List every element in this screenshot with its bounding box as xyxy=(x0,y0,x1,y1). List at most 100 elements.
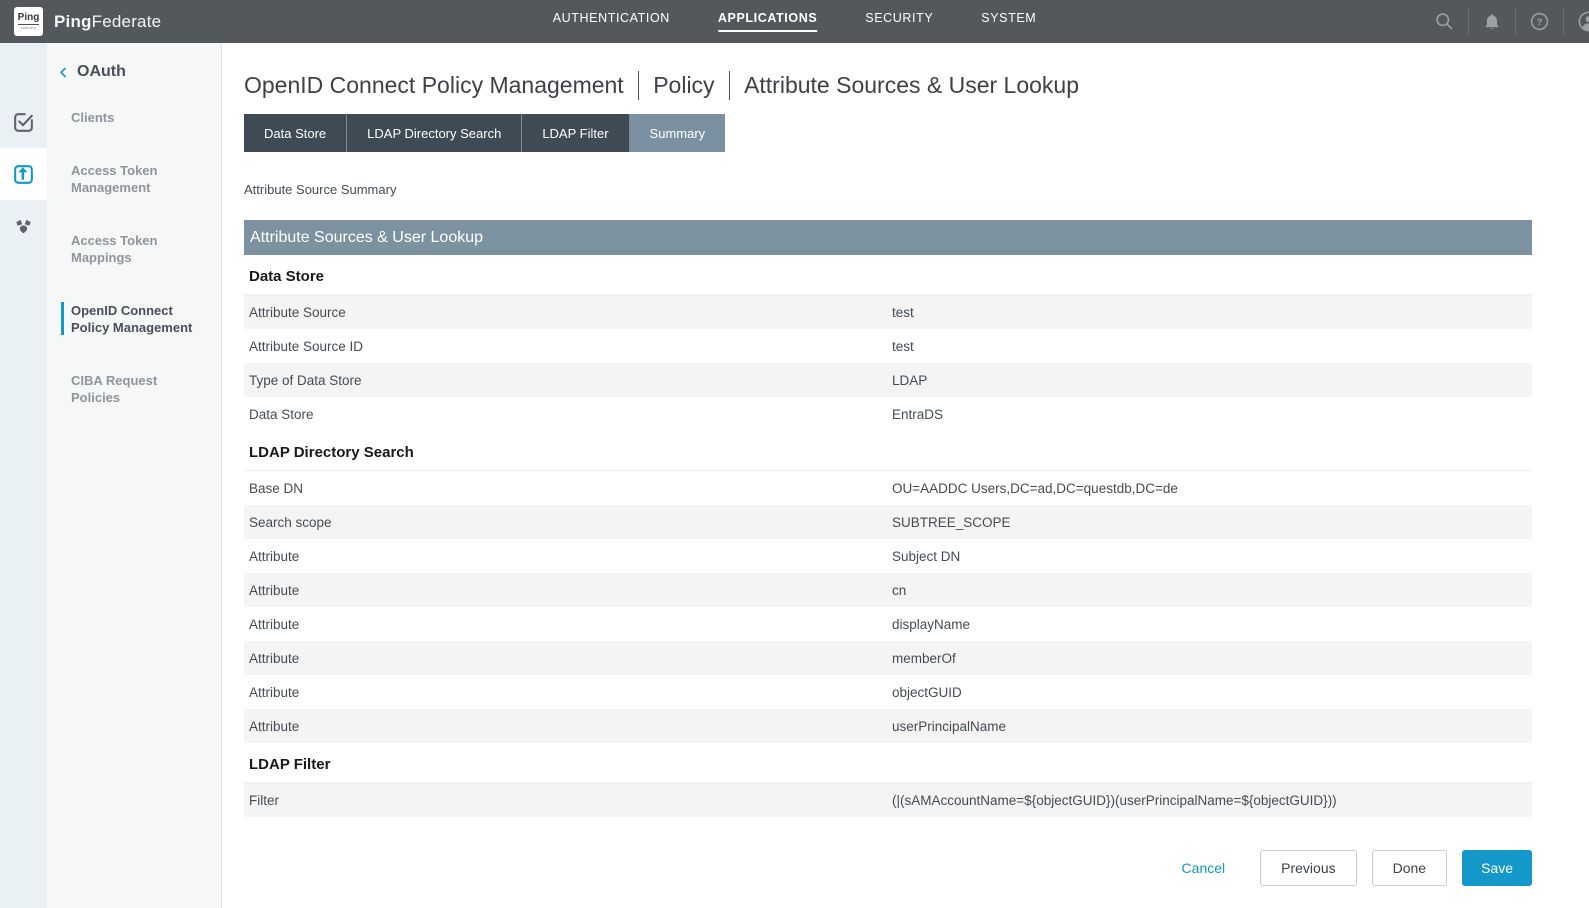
save-button[interactable]: Save xyxy=(1462,850,1532,886)
page-title: OpenID Connect Policy Management Policy … xyxy=(244,71,1532,100)
row-value: test xyxy=(892,305,1532,320)
row-value: cn xyxy=(892,583,1532,598)
row-value: EntraDS xyxy=(892,407,1532,422)
step-tabs: Data StoreLDAP Directory SearchLDAP Filt… xyxy=(244,114,1532,152)
table-body: Data StoreAttribute SourcetestAttribute … xyxy=(244,255,1532,817)
help-icon[interactable]: ? xyxy=(1529,11,1550,32)
sidebar-item-ciba-request-policies[interactable]: CIBA Request Policies xyxy=(47,372,221,406)
table-row: AttributeobjectGUID xyxy=(244,675,1532,709)
table-row: AttributememberOf xyxy=(244,641,1532,675)
breadcrumb-module: OpenID Connect Policy Management xyxy=(244,72,624,99)
product-name: PingFederate xyxy=(54,12,161,32)
nav-security[interactable]: SECURITY xyxy=(865,11,933,32)
table-row: Attribute Sourcetest xyxy=(244,295,1532,329)
tab-ldap-directory-search[interactable]: LDAP Directory Search xyxy=(347,114,522,152)
app-shell: OAuth Clients Access Token Management Acce… xyxy=(0,43,1589,908)
breadcrumb-divider xyxy=(729,71,731,100)
notifications-icon[interactable] xyxy=(1482,12,1502,32)
done-button[interactable]: Done xyxy=(1372,850,1447,886)
sidebar-item-openid-connect-policy-management[interactable]: OpenID Connect Policy Management xyxy=(47,302,221,336)
navbar-divider xyxy=(1563,8,1564,35)
table-row: AttributedisplayName xyxy=(244,607,1532,641)
row-value: (|(sAMAccountName=${objectGUID})(userPri… xyxy=(892,793,1532,808)
row-value: displayName xyxy=(892,617,1532,632)
ping-logo[interactable]: Ping Identity xyxy=(14,7,43,36)
top-navbar: Ping Identity PingFederate AUTHENTICATIO… xyxy=(0,0,1589,43)
table-row: Search scopeSUBTREE_SCOPE xyxy=(244,505,1532,539)
table-row: Base DNOU=AADDC Users,DC=ad,DC=questdb,D… xyxy=(244,471,1532,505)
row-label: Attribute xyxy=(244,651,892,666)
chevron-left-icon xyxy=(57,66,70,79)
row-label: Data Store xyxy=(244,407,892,422)
nav-authentication[interactable]: AUTHENTICATION xyxy=(553,11,670,32)
nav-system[interactable]: SYSTEM xyxy=(981,11,1036,32)
breadcrumb-divider xyxy=(638,71,640,100)
navbar-icons: ? xyxy=(1421,0,1589,43)
rail-mappings-shield-icon[interactable] xyxy=(0,200,47,252)
product-name-rest: Federate xyxy=(92,12,162,31)
row-label: Filter xyxy=(244,793,892,808)
breadcrumb-policy: Policy xyxy=(653,72,714,99)
rail-access-token-icon[interactable] xyxy=(0,148,47,200)
brand: Ping Identity PingFederate xyxy=(0,7,161,36)
section-heading-data-store: Data Store xyxy=(244,255,1532,295)
section-heading-ldap-directory-search: LDAP Directory Search xyxy=(244,431,1532,471)
row-value: Subject DN xyxy=(892,549,1532,564)
sidebar: OAuth Clients Access Token Management Acce… xyxy=(47,43,222,908)
logo-subtext: Identity xyxy=(21,25,36,30)
row-value: test xyxy=(892,339,1532,354)
sidebar-item-access-token-management[interactable]: Access Token Management xyxy=(47,162,221,196)
table-row: Attribute Source IDtest xyxy=(244,329,1532,363)
svg-text:?: ? xyxy=(1537,17,1543,28)
tab-summary[interactable]: Summary xyxy=(630,114,726,152)
sidebar-nav: Clients Access Token Management Access Tok… xyxy=(47,109,221,406)
row-label: Attribute xyxy=(244,719,892,734)
row-value: LDAP xyxy=(892,373,1532,388)
row-label: Attribute Source xyxy=(244,305,892,320)
row-value: userPrincipalName xyxy=(892,719,1532,734)
tab-data-store[interactable]: Data Store xyxy=(244,114,347,152)
summary-table: Attribute Sources & User Lookup Data Sto… xyxy=(244,220,1532,817)
account-icon[interactable] xyxy=(1577,10,1589,33)
row-value: OU=AADDC Users,DC=ad,DC=questdb,DC=de xyxy=(892,481,1532,496)
breadcrumb-step: Attribute Sources & User Lookup xyxy=(744,72,1079,99)
cancel-link[interactable]: Cancel xyxy=(1182,860,1226,876)
sidebar-item-access-token-mappings[interactable]: Access Token Mappings xyxy=(47,232,221,266)
tab-ldap-filter[interactable]: LDAP Filter xyxy=(522,114,629,152)
table-row: AttributeuserPrincipalName xyxy=(244,709,1532,743)
row-value: objectGUID xyxy=(892,685,1532,700)
sidebar-item-clients[interactable]: Clients xyxy=(47,109,221,126)
row-label: Attribute xyxy=(244,617,892,632)
footer-actions: Cancel Previous Done Save xyxy=(244,850,1532,886)
table-row: Attributecn xyxy=(244,573,1532,607)
main-content: OpenID Connect Policy Management Policy … xyxy=(222,43,1589,908)
table-row: Data StoreEntraDS xyxy=(244,397,1532,431)
primary-nav: AUTHENTICATION APPLICATIONS SECURITY SYSTEM xyxy=(553,11,1037,32)
table-row: Type of Data StoreLDAP xyxy=(244,363,1532,397)
logo-text: Ping xyxy=(18,13,40,25)
nav-system-label: SYSTEM xyxy=(981,11,1036,32)
search-icon[interactable] xyxy=(1434,11,1455,32)
navbar-divider xyxy=(1515,8,1516,35)
row-value: memberOf xyxy=(892,651,1532,666)
summary-label: Attribute Source Summary xyxy=(244,182,1532,197)
table-row: Filter(|(sAMAccountName=${objectGUID})(u… xyxy=(244,783,1532,817)
row-value: SUBTREE_SCOPE xyxy=(892,515,1532,530)
row-label: Attribute Source ID xyxy=(244,339,892,354)
nav-applications[interactable]: APPLICATIONS xyxy=(718,11,817,32)
row-label: Attribute xyxy=(244,549,892,564)
module-rail xyxy=(0,43,47,908)
back-label: OAuth xyxy=(77,63,126,81)
row-label: Search scope xyxy=(244,515,892,530)
product-name-bold: Ping xyxy=(54,12,92,31)
previous-button[interactable]: Previous xyxy=(1260,850,1356,886)
table-header: Attribute Sources & User Lookup xyxy=(244,220,1532,255)
back-to-oauth[interactable]: OAuth xyxy=(47,63,221,81)
table-row: AttributeSubject DN xyxy=(244,539,1532,573)
nav-security-label: SECURITY xyxy=(865,11,933,32)
nav-authentication-label: AUTHENTICATION xyxy=(553,11,670,32)
row-label: Type of Data Store xyxy=(244,373,892,388)
row-label: Attribute xyxy=(244,685,892,700)
row-label: Attribute xyxy=(244,583,892,598)
rail-clients-check-icon[interactable] xyxy=(0,96,47,148)
